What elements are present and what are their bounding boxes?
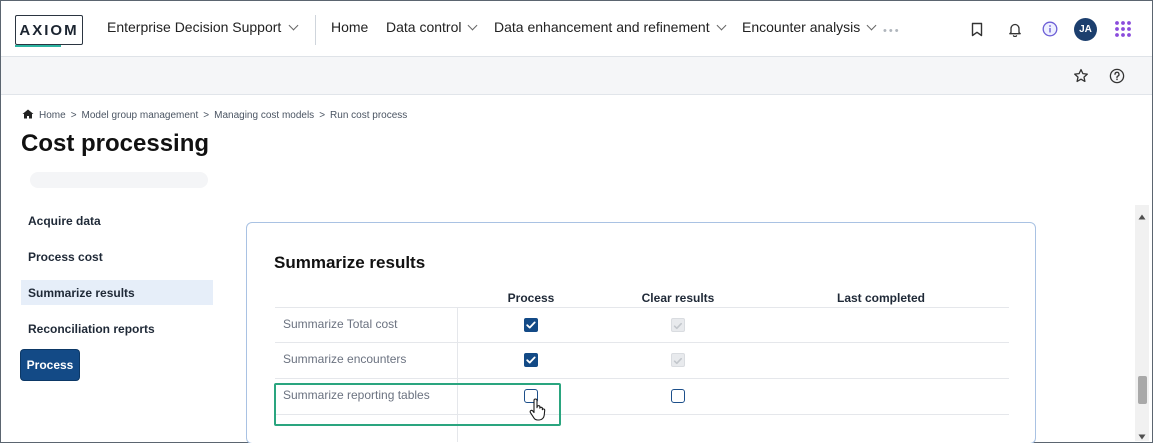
nav-item-label: Home (331, 19, 369, 35)
scroll-up-arrow-icon[interactable] (1137, 208, 1147, 226)
row-divider (275, 307, 1009, 308)
star-icon[interactable] (1071, 66, 1091, 86)
clear-checkbox-encounters (671, 353, 685, 367)
row-divider (275, 342, 1009, 343)
scrollbar-track[interactable] (1135, 205, 1149, 441)
info-icon[interactable] (1040, 19, 1060, 39)
breadcrumb-separator: > (203, 110, 210, 121)
axiom-logo[interactable]: AXIOM (15, 15, 83, 47)
bell-icon[interactable] (1005, 19, 1025, 39)
breadcrumb-item-current: Run cost process (330, 110, 408, 121)
column-header-last-completed: Last completed (836, 291, 926, 305)
card-title: Summarize results (274, 253, 426, 272)
avatar[interactable]: JA (1074, 18, 1097, 41)
breadcrumb: Home > Model group management > Managing… (22, 109, 407, 122)
column-header-process: Process (507, 291, 555, 305)
process-checkbox-total-cost[interactable] (524, 318, 538, 332)
chevron-down-icon (468, 20, 478, 30)
row-label-total-cost: Summarize Total cost (283, 317, 398, 331)
page-title: Cost processing (21, 130, 210, 157)
nav-item-data-enhancement[interactable]: Data enhancement and refinement (494, 19, 727, 35)
chevron-down-icon (866, 20, 877, 30)
nav-item-encounter-analysis[interactable]: Encounter analysis (742, 19, 877, 35)
column-header-clear-results: Clear results (641, 291, 715, 305)
breadcrumb-item[interactable]: Managing cost models (214, 110, 314, 121)
product-label: Enterprise Decision Support (107, 19, 282, 35)
help-icon[interactable] (1107, 66, 1127, 86)
breadcrumb-separator: > (319, 110, 326, 121)
more-menu-icon[interactable]: ••• (883, 25, 901, 37)
scroll-down-arrow-icon[interactable] (1137, 428, 1147, 443)
nav-item-home[interactable]: Home (331, 19, 368, 35)
scrollbar-thumb[interactable] (1138, 376, 1147, 404)
left-nav-acquire-data[interactable]: Acquire data (21, 208, 213, 233)
apps-grid-icon[interactable] (1113, 19, 1133, 39)
process-checkbox-encounters[interactable] (524, 353, 538, 367)
left-nav-summarize-results[interactable]: Summarize results (21, 280, 213, 305)
nav-item-label: Encounter analysis (742, 19, 861, 35)
clear-checkbox-reporting-tables[interactable] (671, 389, 685, 403)
left-nav-process-cost[interactable]: Process cost (21, 244, 213, 269)
secondary-toolbar (1, 57, 1152, 95)
breadcrumb-item[interactable]: Model group management (82, 110, 199, 121)
row-divider (275, 378, 1009, 379)
row-label-encounters: Summarize encounters (283, 352, 407, 366)
process-button[interactable]: Process (21, 350, 79, 380)
top-navigation: AXIOM Enterprise Decision Support Home D… (1, 1, 1152, 57)
redacted-area (30, 172, 208, 188)
annotation-highlight-box (274, 383, 561, 426)
hand-cursor-icon (528, 398, 546, 427)
nav-item-label: Data control (386, 19, 462, 35)
bookmark-icon[interactable] (967, 19, 987, 39)
chevron-down-icon (716, 20, 727, 30)
nav-item-data-control[interactable]: Data control (386, 19, 478, 35)
clear-checkbox-total-cost (671, 318, 685, 332)
product-selector[interactable]: Enterprise Decision Support (107, 19, 299, 35)
home-icon[interactable] (22, 109, 34, 122)
nav-item-label: Data enhancement and refinement (494, 19, 710, 35)
breadcrumb-separator: > (70, 110, 77, 121)
chevron-down-icon (288, 20, 299, 30)
nav-divider (315, 15, 316, 45)
left-nav-reconciliation-reports[interactable]: Reconciliation reports (21, 316, 213, 341)
breadcrumb-item[interactable]: Home (39, 110, 66, 121)
